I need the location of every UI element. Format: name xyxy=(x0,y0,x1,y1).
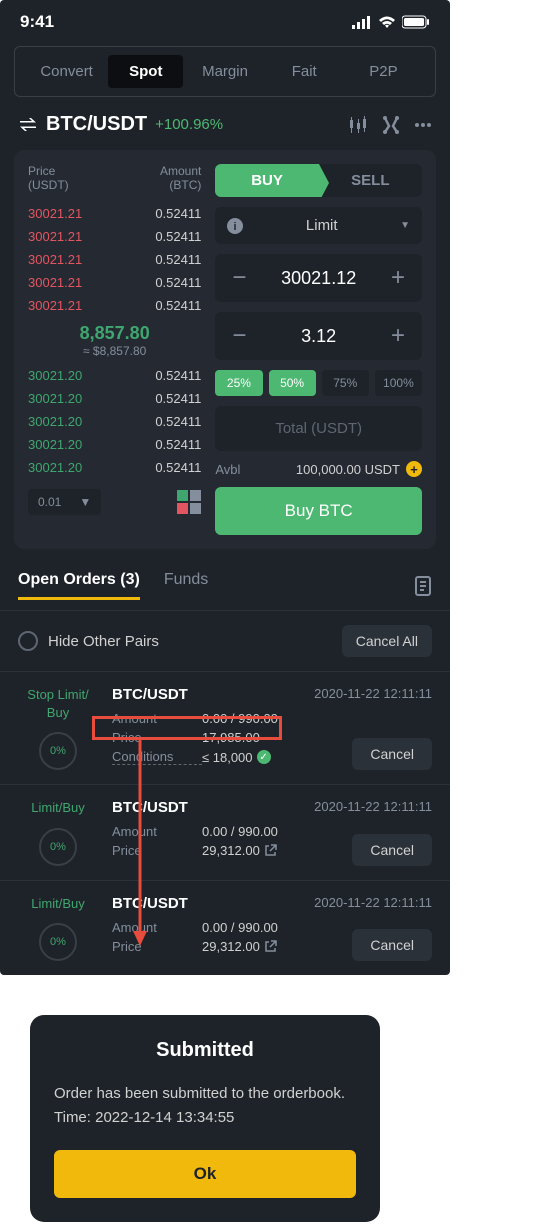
svg-text:i: i xyxy=(234,221,237,233)
chevron-down-icon: ▼ xyxy=(400,220,410,231)
tick-select[interactable]: 0.01▼ xyxy=(28,489,101,515)
ask-row[interactable]: 30021.210.52411 xyxy=(28,271,201,294)
ask-row[interactable]: 30021.210.52411 xyxy=(28,202,201,225)
pct-75[interactable]: 75% xyxy=(322,370,369,396)
pct-50[interactable]: 50% xyxy=(269,370,316,396)
ob-price-unit: (USDT) xyxy=(28,178,69,192)
order-type-label: Stop Limit/ Buy xyxy=(18,686,98,722)
pair-change: +100.96% xyxy=(155,116,223,133)
tab-spot[interactable]: Spot xyxy=(108,55,183,88)
mid-price[interactable]: 8,857.80 ≈ $8,857.80 xyxy=(28,323,201,358)
funds-tab[interactable]: Funds xyxy=(164,571,208,600)
battery-icon xyxy=(402,15,430,29)
status-time: 9:41 xyxy=(20,12,54,32)
cancel-button[interactable]: Cancel xyxy=(352,738,432,770)
hide-pairs-radio[interactable] xyxy=(18,631,38,651)
avbl-label: Avbl xyxy=(215,462,240,477)
check-icon: ✓ xyxy=(257,750,271,764)
sell-tab[interactable]: SELL xyxy=(319,164,422,197)
ask-row[interactable]: 30021.210.52411 xyxy=(28,294,201,317)
order-type-select[interactable]: i Limit ▼ xyxy=(215,207,422,244)
status-bar: 9:41 xyxy=(0,0,450,38)
order-fill-pct: 0% xyxy=(39,732,77,770)
share-icon[interactable] xyxy=(264,844,277,857)
tab-p2p[interactable]: P2P xyxy=(346,55,421,88)
ok-button[interactable]: Ok xyxy=(54,1150,356,1198)
mode-tabs: Convert Spot Margin Fait P2P xyxy=(14,46,436,97)
annotation-arrow-icon xyxy=(130,738,150,948)
chevron-down-icon: ▼ xyxy=(79,495,91,509)
dialog-title: Submitted xyxy=(54,1039,356,1062)
share-icon[interactable] xyxy=(264,940,277,953)
plus-button[interactable]: + xyxy=(386,266,410,290)
cancel-button[interactable]: Cancel xyxy=(352,834,432,866)
trade-form: BUY SELL i Limit ▼ − 30021.12 + − 3.12 +… xyxy=(215,164,422,535)
tab-fait[interactable]: Fait xyxy=(267,55,342,88)
submitted-dialog: Submitted Order has been submitted to th… xyxy=(30,1015,380,1222)
wifi-icon xyxy=(378,15,396,29)
tab-margin[interactable]: Margin xyxy=(187,55,262,88)
avbl-value: 100,000.00 USDT xyxy=(296,462,400,477)
swap-icon[interactable] xyxy=(18,116,38,134)
amount-input[interactable]: − 3.12 + xyxy=(215,312,422,360)
price-input[interactable]: − 30021.12 + xyxy=(215,254,422,302)
order-time: 2020-11-22 12:11:11 xyxy=(314,799,432,816)
order-type-label: Limit/Buy xyxy=(18,895,98,913)
bid-row[interactable]: 30021.200.52411 xyxy=(28,456,201,479)
candles-icon[interactable] xyxy=(348,116,368,134)
pct-100[interactable]: 100% xyxy=(375,370,422,396)
bid-row[interactable]: 30021.200.52411 xyxy=(28,364,201,387)
signal-icon xyxy=(352,15,372,29)
pair-header: BTC/USDT +100.96% xyxy=(0,105,450,150)
order-item: Limit/Buy 0% BTC/USDT 2020-11-22 12:11:1… xyxy=(0,784,450,879)
ob-amount-label: Amount xyxy=(160,164,201,178)
order-type-label: Limit/Buy xyxy=(18,799,98,817)
bid-row[interactable]: 30021.200.52411 xyxy=(28,433,201,456)
order-fill-pct: 0% xyxy=(39,828,77,866)
orderbook: Price(USDT) Amount(BTC) 30021.210.52411 … xyxy=(28,164,201,535)
order-pair: BTC/USDT xyxy=(112,686,188,703)
more-icon[interactable] xyxy=(414,116,432,134)
buy-tab[interactable]: BUY xyxy=(215,164,318,197)
cancel-button[interactable]: Cancel xyxy=(352,929,432,961)
ob-price-label: Price xyxy=(28,164,69,178)
order-fill-pct: 0% xyxy=(39,923,77,961)
order-time: 2020-11-22 12:11:11 xyxy=(314,895,432,912)
cancel-all-button[interactable]: Cancel All xyxy=(342,625,432,657)
buy-button[interactable]: Buy BTC xyxy=(215,487,422,535)
deposit-icon[interactable]: + xyxy=(406,461,422,477)
pair-name[interactable]: BTC/USDT xyxy=(46,113,147,136)
plus-button[interactable]: + xyxy=(386,324,410,348)
order-item: Stop Limit/ Buy 0% BTC/USDT 2020-11-22 1… xyxy=(0,671,450,784)
tab-convert[interactable]: Convert xyxy=(29,55,104,88)
status-icons xyxy=(352,15,430,29)
order-item: Limit/Buy 0% BTC/USDT 2020-11-22 12:11:1… xyxy=(0,880,450,975)
orderbook-view-icon[interactable] xyxy=(177,490,201,514)
order-time: 2020-11-22 12:11:11 xyxy=(314,686,432,703)
ask-row[interactable]: 30021.210.52411 xyxy=(28,225,201,248)
info-icon: i xyxy=(227,218,243,234)
ob-amount-unit: (BTC) xyxy=(160,178,201,192)
pct-25[interactable]: 25% xyxy=(215,370,262,396)
ask-row[interactable]: 30021.210.52411 xyxy=(28,248,201,271)
minus-button[interactable]: − xyxy=(227,324,251,348)
hide-pairs-label: Hide Other Pairs xyxy=(48,633,159,650)
bid-row[interactable]: 30021.200.52411 xyxy=(28,387,201,410)
buy-sell-toggle: BUY SELL xyxy=(215,164,422,197)
total-input[interactable]: Total (USDT) xyxy=(215,406,422,451)
strategy-icon[interactable] xyxy=(382,116,400,134)
open-orders-tab[interactable]: Open Orders (3) xyxy=(18,571,140,600)
minus-button[interactable]: − xyxy=(227,266,251,290)
dialog-message: Order has been submitted to the orderboo… xyxy=(54,1082,356,1106)
bid-row[interactable]: 30021.200.52411 xyxy=(28,410,201,433)
dialog-time: Time: 2022-12-14 13:34:55 xyxy=(54,1106,356,1130)
history-icon[interactable] xyxy=(414,576,432,596)
